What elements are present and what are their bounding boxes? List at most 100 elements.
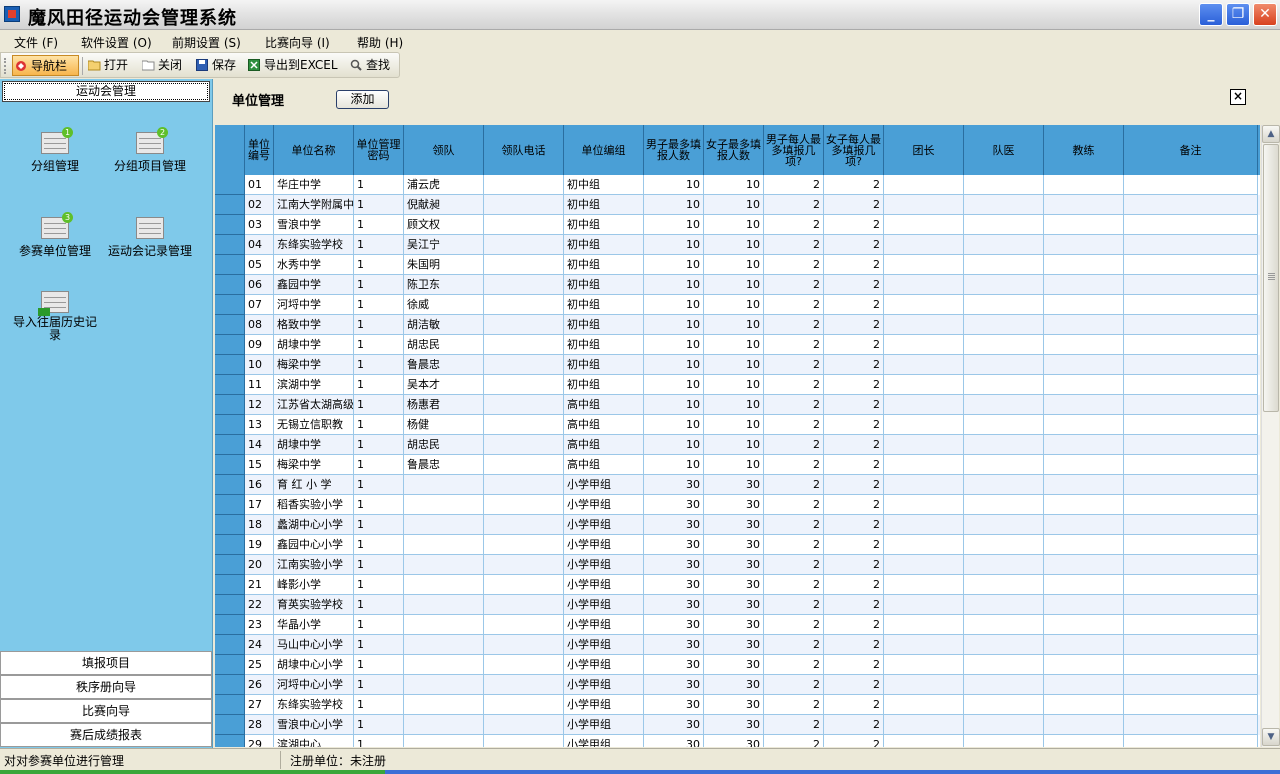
- table-row[interactable]: 05 水秀中学 1 朱国明 初中组 10 10 2 2: [215, 255, 1260, 275]
- table-cell[interactable]: 2: [824, 515, 884, 535]
- table-cell[interactable]: [484, 315, 564, 335]
- table-cell[interactable]: [1044, 255, 1124, 275]
- table-row[interactable]: 18 蠡湖中心小学 1 小学甲组 30 30 2 2: [215, 515, 1260, 535]
- table-cell[interactable]: 无锡立信职教: [274, 415, 354, 435]
- tile-group-management[interactable]: 1 分组管理: [5, 127, 105, 174]
- table-cell[interactable]: 1: [354, 295, 404, 315]
- table-cell[interactable]: [964, 475, 1044, 495]
- column-header[interactable]: 女子最多填报人数: [704, 125, 764, 175]
- table-cell[interactable]: 2: [764, 675, 824, 695]
- table-cell[interactable]: [964, 615, 1044, 635]
- row-selector[interactable]: [215, 575, 245, 595]
- table-cell[interactable]: [884, 315, 964, 335]
- table-row[interactable]: 26 河埒中心小学 1 小学甲组 30 30 2 2: [215, 675, 1260, 695]
- table-cell[interactable]: 华晶小学: [274, 615, 354, 635]
- table-cell[interactable]: [964, 255, 1044, 275]
- table-cell[interactable]: 初中组: [564, 315, 644, 335]
- table-cell[interactable]: [884, 235, 964, 255]
- table-cell[interactable]: 小学甲组: [564, 495, 644, 515]
- table-cell[interactable]: [484, 555, 564, 575]
- toolbar-grip[interactable]: [4, 58, 7, 74]
- column-header[interactable]: 单位编号: [245, 125, 274, 175]
- table-cell[interactable]: [484, 615, 564, 635]
- table-cell[interactable]: [404, 535, 484, 555]
- table-cell[interactable]: [1124, 515, 1258, 535]
- table-row[interactable]: 24 马山中心小学 1 小学甲组 30 30 2 2: [215, 635, 1260, 655]
- row-selector[interactable]: [215, 295, 245, 315]
- table-cell[interactable]: [884, 475, 964, 495]
- table-cell[interactable]: [404, 615, 484, 635]
- table-cell[interactable]: [1124, 735, 1258, 747]
- table-cell[interactable]: 2: [824, 295, 884, 315]
- table-cell[interactable]: 徐威: [404, 295, 484, 315]
- table-cell[interactable]: 1: [354, 555, 404, 575]
- table-cell[interactable]: 10: [704, 335, 764, 355]
- row-selector[interactable]: [215, 415, 245, 435]
- table-cell[interactable]: [964, 555, 1044, 575]
- table-cell[interactable]: [964, 695, 1044, 715]
- table-cell[interactable]: [1124, 675, 1258, 695]
- table-cell[interactable]: 2: [824, 175, 884, 195]
- column-header[interactable]: 男子每人最多填报几项?: [764, 125, 824, 175]
- table-cell[interactable]: 东绛实验学校: [274, 695, 354, 715]
- table-cell[interactable]: [964, 275, 1044, 295]
- scroll-thumb[interactable]: [1263, 144, 1279, 412]
- table-cell[interactable]: [964, 655, 1044, 675]
- table-cell[interactable]: 2: [824, 355, 884, 375]
- sidebar-header[interactable]: 运动会管理: [2, 81, 210, 102]
- table-cell[interactable]: [884, 295, 964, 315]
- table-cell[interactable]: [1044, 655, 1124, 675]
- table-cell[interactable]: [484, 375, 564, 395]
- table-cell[interactable]: 08: [245, 315, 274, 335]
- table-cell[interactable]: 鑫园中心小学: [274, 535, 354, 555]
- table-cell[interactable]: [1124, 395, 1258, 415]
- table-cell[interactable]: 1: [354, 515, 404, 535]
- table-cell[interactable]: 30: [644, 475, 704, 495]
- table-cell[interactable]: [884, 715, 964, 735]
- row-selector[interactable]: [215, 715, 245, 735]
- table-row[interactable]: 23 华晶小学 1 小学甲组 30 30 2 2: [215, 615, 1260, 635]
- table-cell[interactable]: [884, 195, 964, 215]
- table-cell[interactable]: 东绛实验学校: [274, 235, 354, 255]
- table-cell[interactable]: [484, 215, 564, 235]
- table-cell[interactable]: [1124, 475, 1258, 495]
- menu-pre-settings[interactable]: 前期设置 (S): [172, 34, 241, 51]
- row-selector[interactable]: [215, 635, 245, 655]
- table-cell[interactable]: 1: [354, 435, 404, 455]
- table-cell[interactable]: 15: [245, 455, 274, 475]
- maximize-button[interactable]: ❐: [1226, 3, 1250, 26]
- table-cell[interactable]: [484, 515, 564, 535]
- table-cell[interactable]: 2: [824, 655, 884, 675]
- table-cell[interactable]: [404, 635, 484, 655]
- nav-competition-wizard[interactable]: 比赛向导: [0, 699, 212, 723]
- table-cell[interactable]: 1: [354, 695, 404, 715]
- table-cell[interactable]: 初中组: [564, 175, 644, 195]
- table-cell[interactable]: 2: [764, 335, 824, 355]
- table-cell[interactable]: 初中组: [564, 235, 644, 255]
- table-cell[interactable]: 10: [704, 395, 764, 415]
- table-cell[interactable]: 30: [644, 555, 704, 575]
- table-cell[interactable]: 2: [824, 475, 884, 495]
- table-cell[interactable]: 07: [245, 295, 274, 315]
- table-cell[interactable]: 2: [764, 455, 824, 475]
- table-cell[interactable]: 1: [354, 215, 404, 235]
- table-row[interactable]: 01 华庄中学 1 浦云虎 初中组 10 10 2 2: [215, 175, 1260, 195]
- table-cell[interactable]: 初中组: [564, 355, 644, 375]
- table-cell[interactable]: 江苏省太湖高级: [274, 395, 354, 415]
- menu-file[interactable]: 文件 (F): [14, 34, 58, 51]
- table-cell[interactable]: 10: [644, 295, 704, 315]
- table-cell[interactable]: [964, 235, 1044, 255]
- table-cell[interactable]: 30: [704, 695, 764, 715]
- table-cell[interactable]: 2: [824, 735, 884, 747]
- table-cell[interactable]: 05: [245, 255, 274, 275]
- table-cell[interactable]: 30: [644, 695, 704, 715]
- table-cell[interactable]: [484, 415, 564, 435]
- table-cell[interactable]: 马山中心小学: [274, 635, 354, 655]
- table-cell[interactable]: 03: [245, 215, 274, 235]
- table-cell[interactable]: 10: [704, 455, 764, 475]
- table-cell[interactable]: 格致中学: [274, 315, 354, 335]
- table-cell[interactable]: 30: [704, 615, 764, 635]
- table-cell[interactable]: 22: [245, 595, 274, 615]
- table-cell[interactable]: 30: [704, 655, 764, 675]
- table-cell[interactable]: 2: [764, 595, 824, 615]
